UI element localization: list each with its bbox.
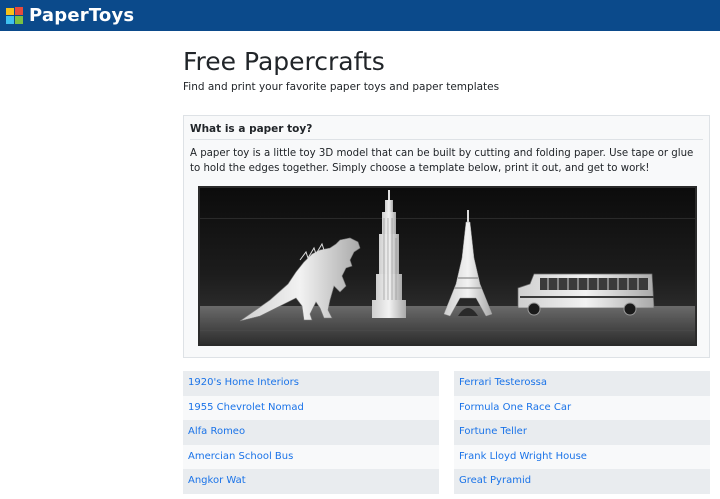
template-link[interactable]: Frank Lloyd Wright House — [454, 444, 710, 469]
page-title: Free Papercrafts — [183, 47, 385, 76]
info-card: What is a paper toy? A paper toy is a li… — [183, 115, 710, 358]
brand-name: PaperToys — [29, 5, 135, 26]
hero-image — [198, 186, 697, 346]
navbar: PaperToys — [0, 0, 720, 31]
template-link[interactable]: 1955 Chevrolet Nomad — [183, 395, 439, 420]
card-header: What is a paper toy? — [190, 123, 703, 140]
template-link[interactable]: Ferrari Testerossa — [454, 371, 710, 396]
template-list-right: Ferrari Testerossa Formula One Race Car … — [454, 371, 710, 494]
card-text: A paper toy is a little toy 3D model tha… — [190, 148, 694, 174]
template-link[interactable]: Fortune Teller — [454, 420, 710, 445]
brand-link[interactable]: PaperToys — [5, 4, 134, 27]
papertoys-logo-icon — [6, 6, 23, 24]
paper-toys-photo — [200, 188, 695, 344]
page-subtitle: Find and print your favorite paper toys … — [183, 81, 500, 93]
template-link[interactable]: Formula One Race Car — [454, 395, 710, 420]
template-link[interactable]: Angkor Wat — [183, 469, 439, 494]
template-link[interactable]: 1920's Home Interiors — [183, 371, 439, 396]
template-link[interactable]: Amercian School Bus — [183, 444, 439, 469]
template-link[interactable]: Alfa Romeo — [183, 420, 439, 445]
template-list-left: 1920's Home Interiors 1955 Chevrolet Nom… — [183, 371, 439, 494]
template-link[interactable]: Great Pyramid — [454, 469, 710, 494]
